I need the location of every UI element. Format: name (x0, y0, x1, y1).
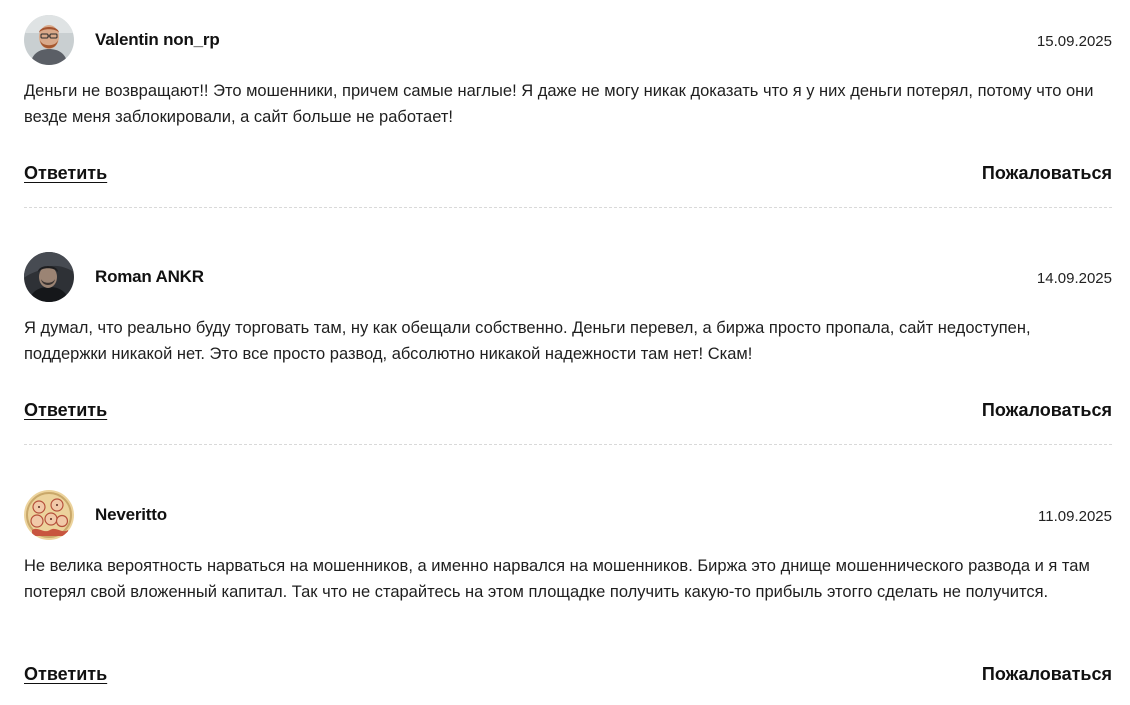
user-avatar-photo-icon (24, 252, 74, 302)
report-link[interactable]: Пожаловаться (982, 400, 1112, 421)
user-avatar-illustration-icon (24, 490, 74, 540)
comment-text: Я думал, что реально буду торговать там,… (24, 319, 1031, 363)
divider (24, 207, 1112, 208)
comment-item: Neveritto 11.09.2025 Не велика вероятнос… (24, 490, 1112, 684)
report-link[interactable]: Пожаловаться (982, 163, 1112, 184)
comment-author: Roman ANKR (95, 267, 204, 286)
comments-list: Valentin non_rp 15.09.2025 Деньги не воз… (0, 0, 1130, 705)
reply-link[interactable]: Ответить (24, 664, 107, 685)
divider (24, 444, 1112, 445)
comment-header: Roman ANKR 14.09.2025 (24, 252, 1112, 304)
comment-date: 14.09.2025 (1036, 270, 1112, 287)
comment-text: Деньги не возвращают!! Это мошенники, пр… (24, 82, 1094, 126)
comment-date: 11.09.2025 (1038, 508, 1112, 525)
comment-header: Valentin non_rp 15.09.2025 (24, 15, 1112, 67)
report-link[interactable]: Пожаловаться (982, 664, 1112, 685)
comment-text: Не велика вероятность нарваться на мошен… (24, 557, 1090, 601)
comment-author: Valentin non_rp (95, 30, 220, 49)
comment-item: Valentin non_rp 15.09.2025 Деньги не воз… (24, 15, 1112, 208)
comment-actions: Ответить Пожаловаться (24, 163, 1112, 189)
reply-link[interactable]: Ответить (24, 163, 107, 184)
comment-actions: Ответить Пожаловаться (24, 664, 1112, 690)
comment-actions: Ответить Пожаловаться (24, 400, 1112, 426)
comment-header: Neveritto 11.09.2025 (24, 490, 1112, 542)
comment-date: 15.09.2025 (1036, 33, 1112, 50)
comment-item: Roman ANKR 14.09.2025 Я думал, что реаль… (24, 252, 1112, 445)
comment-author: Neveritto (95, 505, 167, 524)
reply-link[interactable]: Ответить (24, 400, 107, 421)
user-avatar-photo-icon (24, 15, 74, 65)
